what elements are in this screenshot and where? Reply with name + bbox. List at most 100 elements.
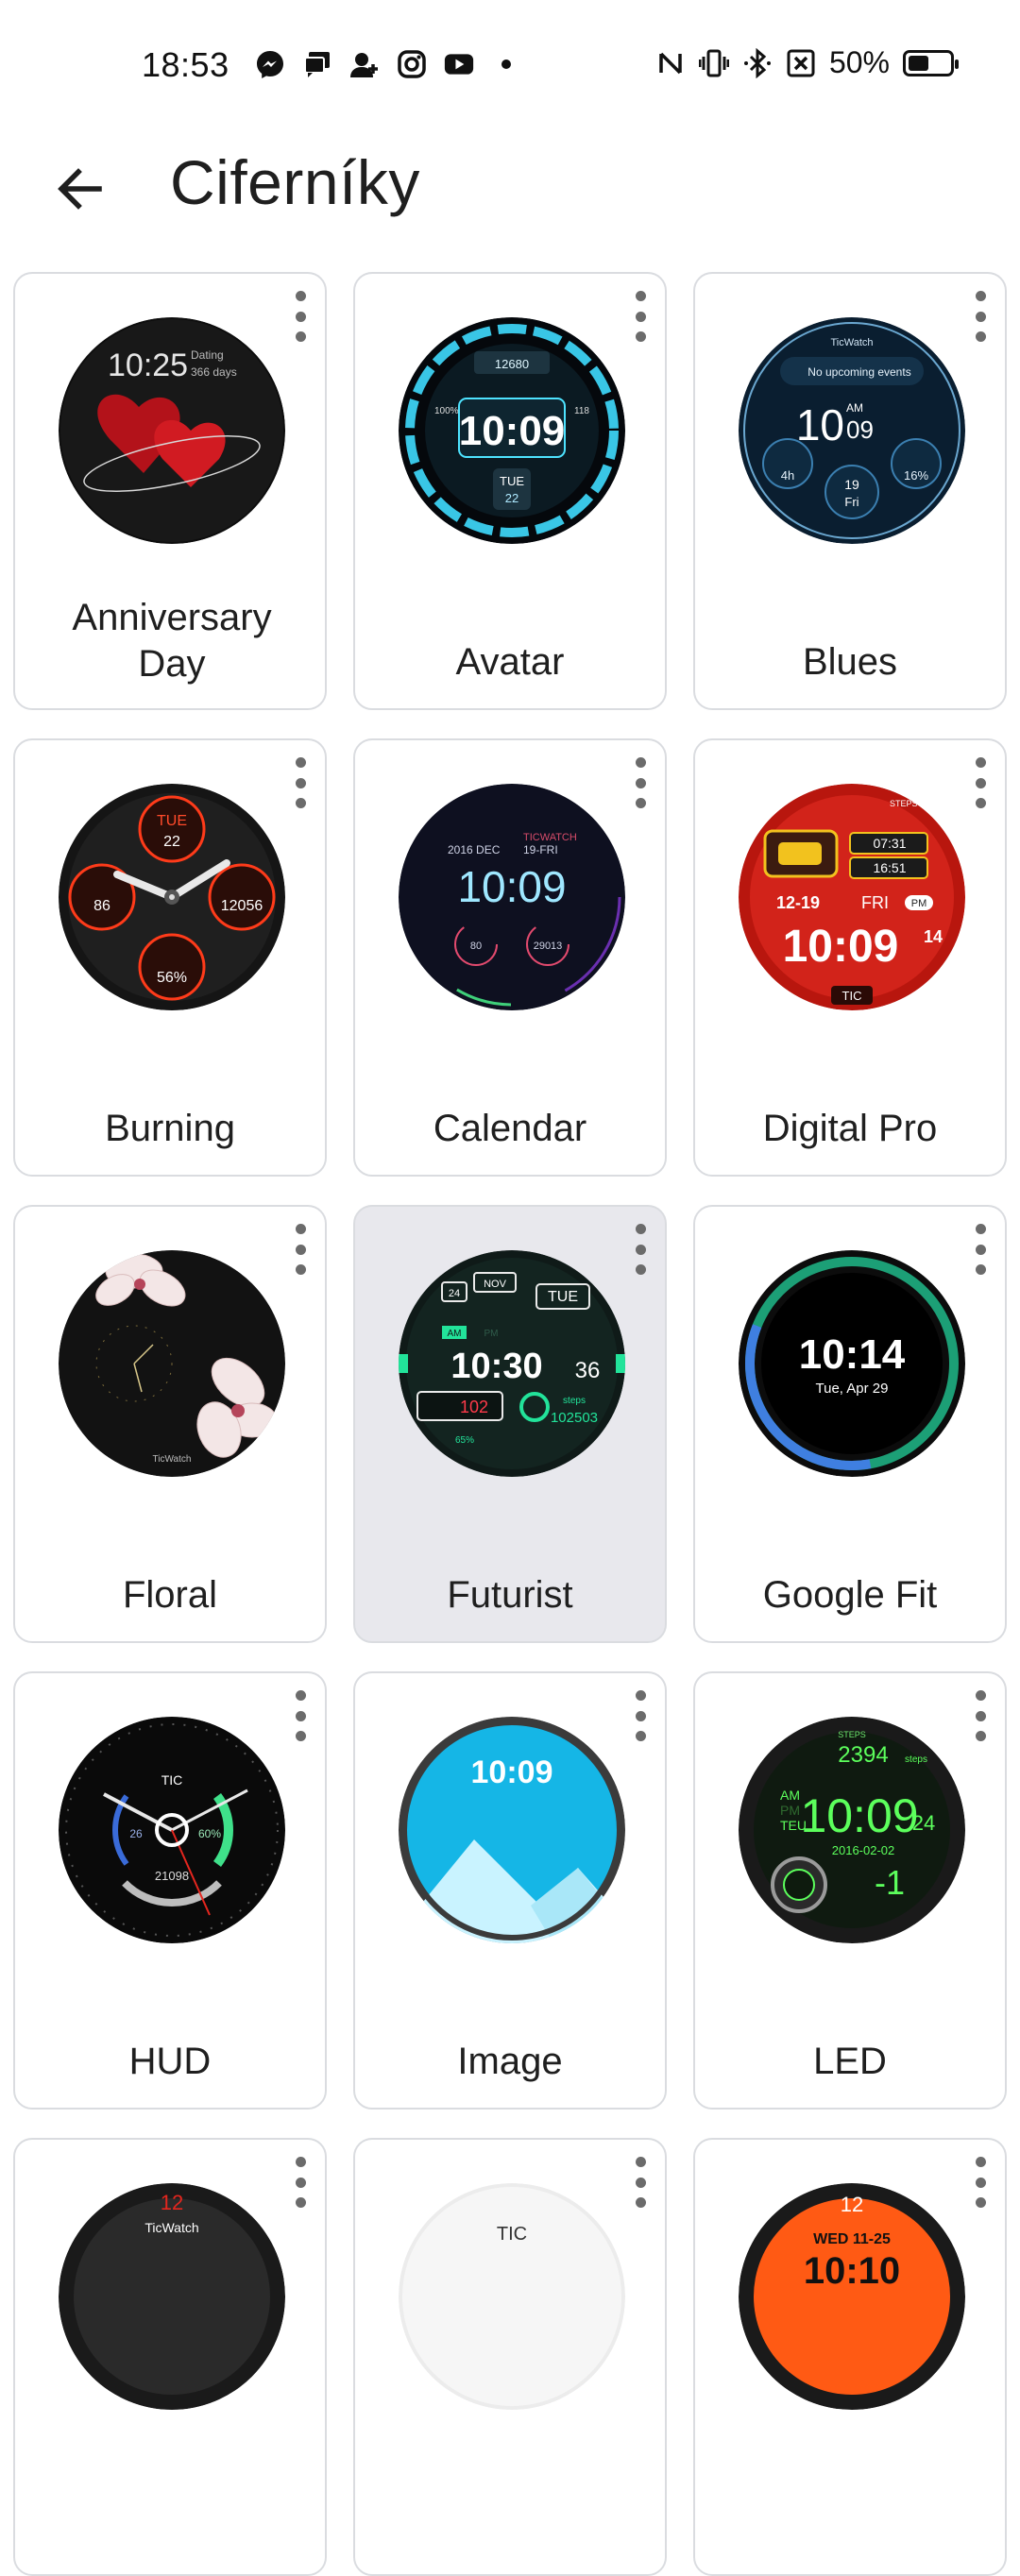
watch-face-name: Floral bbox=[122, 1574, 218, 1616]
face-brand: TicWatch bbox=[153, 1454, 192, 1465]
more-options-icon[interactable] bbox=[289, 2157, 312, 2208]
face-day: 19-FRI bbox=[523, 843, 558, 856]
watch-face-name: Burning bbox=[105, 1108, 235, 1149]
face-seconds: 36 bbox=[575, 1358, 601, 1383]
watch-face-preview: 10:14 Tue, Apr 29 bbox=[739, 1250, 965, 1477]
messenger-icon bbox=[255, 49, 285, 79]
watch-face-card[interactable]: 10:14 Tue, Apr 29 Google Fit bbox=[693, 1205, 1007, 1643]
face-date: 2016 DEC bbox=[448, 843, 501, 856]
more-options-icon[interactable] bbox=[629, 291, 652, 342]
face-ampm: AM bbox=[846, 401, 863, 415]
face-time: 10:14 bbox=[799, 1331, 906, 1378]
face-steps-label: steps bbox=[563, 1396, 586, 1406]
status-bar: 18:53 50% bbox=[0, 0, 1020, 132]
face-day: TUE bbox=[157, 813, 187, 829]
watch-face-card[interactable]: TicWatch Floral bbox=[13, 1205, 327, 1643]
watch-face-card[interactable]: 12 TicWatch bbox=[13, 2138, 327, 2576]
face-steps: 2394 bbox=[838, 1742, 888, 1768]
face-sunset: 16:51 bbox=[873, 860, 906, 875]
face-hr: 102 bbox=[460, 1398, 488, 1416]
face-date: 22 bbox=[505, 491, 518, 505]
face-brand: TicWatch bbox=[144, 2220, 198, 2235]
face-temp: -1 bbox=[875, 1863, 905, 1902]
more-options-icon[interactable] bbox=[629, 2157, 652, 2208]
watch-face-preview: TicWatch No upcoming events 10 AM 09 4h … bbox=[739, 317, 965, 544]
watch-face-card[interactable]: TicWatch No upcoming events 10 AM 09 4h … bbox=[693, 272, 1007, 710]
watch-face-card[interactable]: 10:25 Dating 366 days Anniversary Day bbox=[13, 272, 327, 710]
face-day-num: 19 bbox=[844, 477, 859, 492]
vibrate-icon bbox=[698, 48, 729, 78]
face-left: 26 bbox=[129, 1827, 143, 1840]
watch-face-card[interactable]: 12680 10:09 100% 118 TUE 22 Avatar bbox=[353, 272, 667, 710]
face-date: 2016-02-02 bbox=[832, 1843, 895, 1857]
face-left: 4h bbox=[781, 468, 794, 483]
watch-face-card[interactable]: 2016 DEC TICWATCH 19-FRI 10:09 80 29013 … bbox=[353, 738, 667, 1177]
app-bar: Ciferníky bbox=[0, 132, 1020, 236]
watch-face-preview: TIC bbox=[399, 2183, 625, 2410]
watch-face-name: Google Fit bbox=[762, 1574, 938, 1616]
battery-icon bbox=[903, 49, 959, 76]
face-right: 29013 bbox=[534, 941, 563, 952]
watch-face-name: Anniversary Day bbox=[72, 597, 272, 685]
watch-face-card-selected[interactable]: 24 NOV TUE AM PM 10:30 36 102 steps 1025… bbox=[353, 1205, 667, 1643]
face-day: TUE bbox=[548, 1289, 578, 1305]
more-options-icon[interactable] bbox=[629, 757, 652, 808]
more-options-icon[interactable] bbox=[969, 1690, 992, 1741]
more-options-icon[interactable] bbox=[629, 1224, 652, 1275]
face-steps-label: STEPS bbox=[890, 799, 918, 808]
watch-face-preview: 12 TicWatch bbox=[59, 2183, 285, 2410]
face-extra2: 366 days bbox=[191, 365, 237, 379]
more-options-icon[interactable] bbox=[969, 1224, 992, 1275]
watch-face-preview: STEPS 2394 steps AM PM TEU 10:09 24 2016… bbox=[739, 1717, 965, 1943]
watch-face-card[interactable]: STEPS 07:31 16:51 12-19 FRI PM 10:09 14 … bbox=[693, 738, 1007, 1177]
bluetooth-icon bbox=[742, 47, 773, 78]
more-options-icon[interactable] bbox=[969, 291, 992, 342]
more-options-icon[interactable] bbox=[629, 1690, 652, 1741]
face-date: 12-19 bbox=[776, 893, 820, 912]
chat-icon bbox=[302, 49, 332, 79]
watch-face-preview: 12 WED 11-25 10:10 bbox=[739, 2183, 965, 2410]
face-brand: TicWatch bbox=[830, 337, 873, 348]
face-date: Tue, Apr 29 bbox=[816, 1381, 889, 1397]
face-am: AM bbox=[780, 1788, 800, 1803]
system-icons: 50% bbox=[655, 45, 959, 80]
face-day: Fri bbox=[844, 495, 858, 509]
nfc-icon bbox=[655, 48, 686, 78]
watch-face-card[interactable]: TIC 26 60% 21098 HUD bbox=[13, 1671, 327, 2110]
face-brand: TICWATCH bbox=[523, 832, 577, 843]
watch-face-card[interactable]: TUE 22 86 12056 56% Burning bbox=[13, 738, 327, 1177]
face-right: 60% bbox=[198, 1827, 221, 1840]
face-time: 10:09 bbox=[800, 1789, 918, 1842]
face-time: 10:25 bbox=[108, 347, 188, 383]
watch-face-card[interactable]: 12 WED 11-25 10:10 bbox=[693, 2138, 1007, 2576]
face-brand: TIC bbox=[842, 989, 862, 1003]
more-options-icon[interactable] bbox=[289, 291, 312, 342]
face-time: 10:09 bbox=[457, 862, 566, 911]
more-options-icon[interactable] bbox=[969, 2157, 992, 2208]
face-steps-label: STEPS bbox=[838, 1730, 866, 1739]
more-options-icon[interactable] bbox=[289, 1224, 312, 1275]
more-options-icon[interactable] bbox=[969, 757, 992, 808]
face-time: 10:09 bbox=[783, 922, 899, 972]
face-num: 24 bbox=[449, 1288, 460, 1299]
page-title: Ciferníky bbox=[170, 147, 420, 217]
watch-face-name: Digital Pro bbox=[762, 1108, 938, 1149]
face-steps: 12056 bbox=[221, 898, 264, 914]
face-time: 10:10 bbox=[804, 2250, 900, 2292]
youtube-icon bbox=[444, 49, 474, 79]
more-options-icon[interactable] bbox=[289, 1690, 312, 1741]
face-steps-unit: steps bbox=[905, 1754, 927, 1765]
more-options-icon[interactable] bbox=[289, 757, 312, 808]
face-minute: 09 bbox=[846, 415, 874, 444]
face-hr: 118 bbox=[574, 406, 589, 416]
face-battery: 65% bbox=[455, 1435, 474, 1446]
watch-face-card[interactable]: TIC bbox=[353, 2138, 667, 2576]
watch-face-card[interactable]: STEPS 2394 steps AM PM TEU 10:09 24 2016… bbox=[693, 1671, 1007, 2110]
watch-face-card[interactable]: 10:09 Image bbox=[353, 1671, 667, 2110]
face-left: 80 bbox=[470, 941, 482, 952]
face-right: 16% bbox=[904, 468, 928, 483]
back-button[interactable] bbox=[47, 156, 113, 222]
face-hr: 86 bbox=[94, 898, 110, 914]
status-time: 18:53 bbox=[142, 45, 230, 84]
person-add-icon bbox=[349, 49, 380, 79]
